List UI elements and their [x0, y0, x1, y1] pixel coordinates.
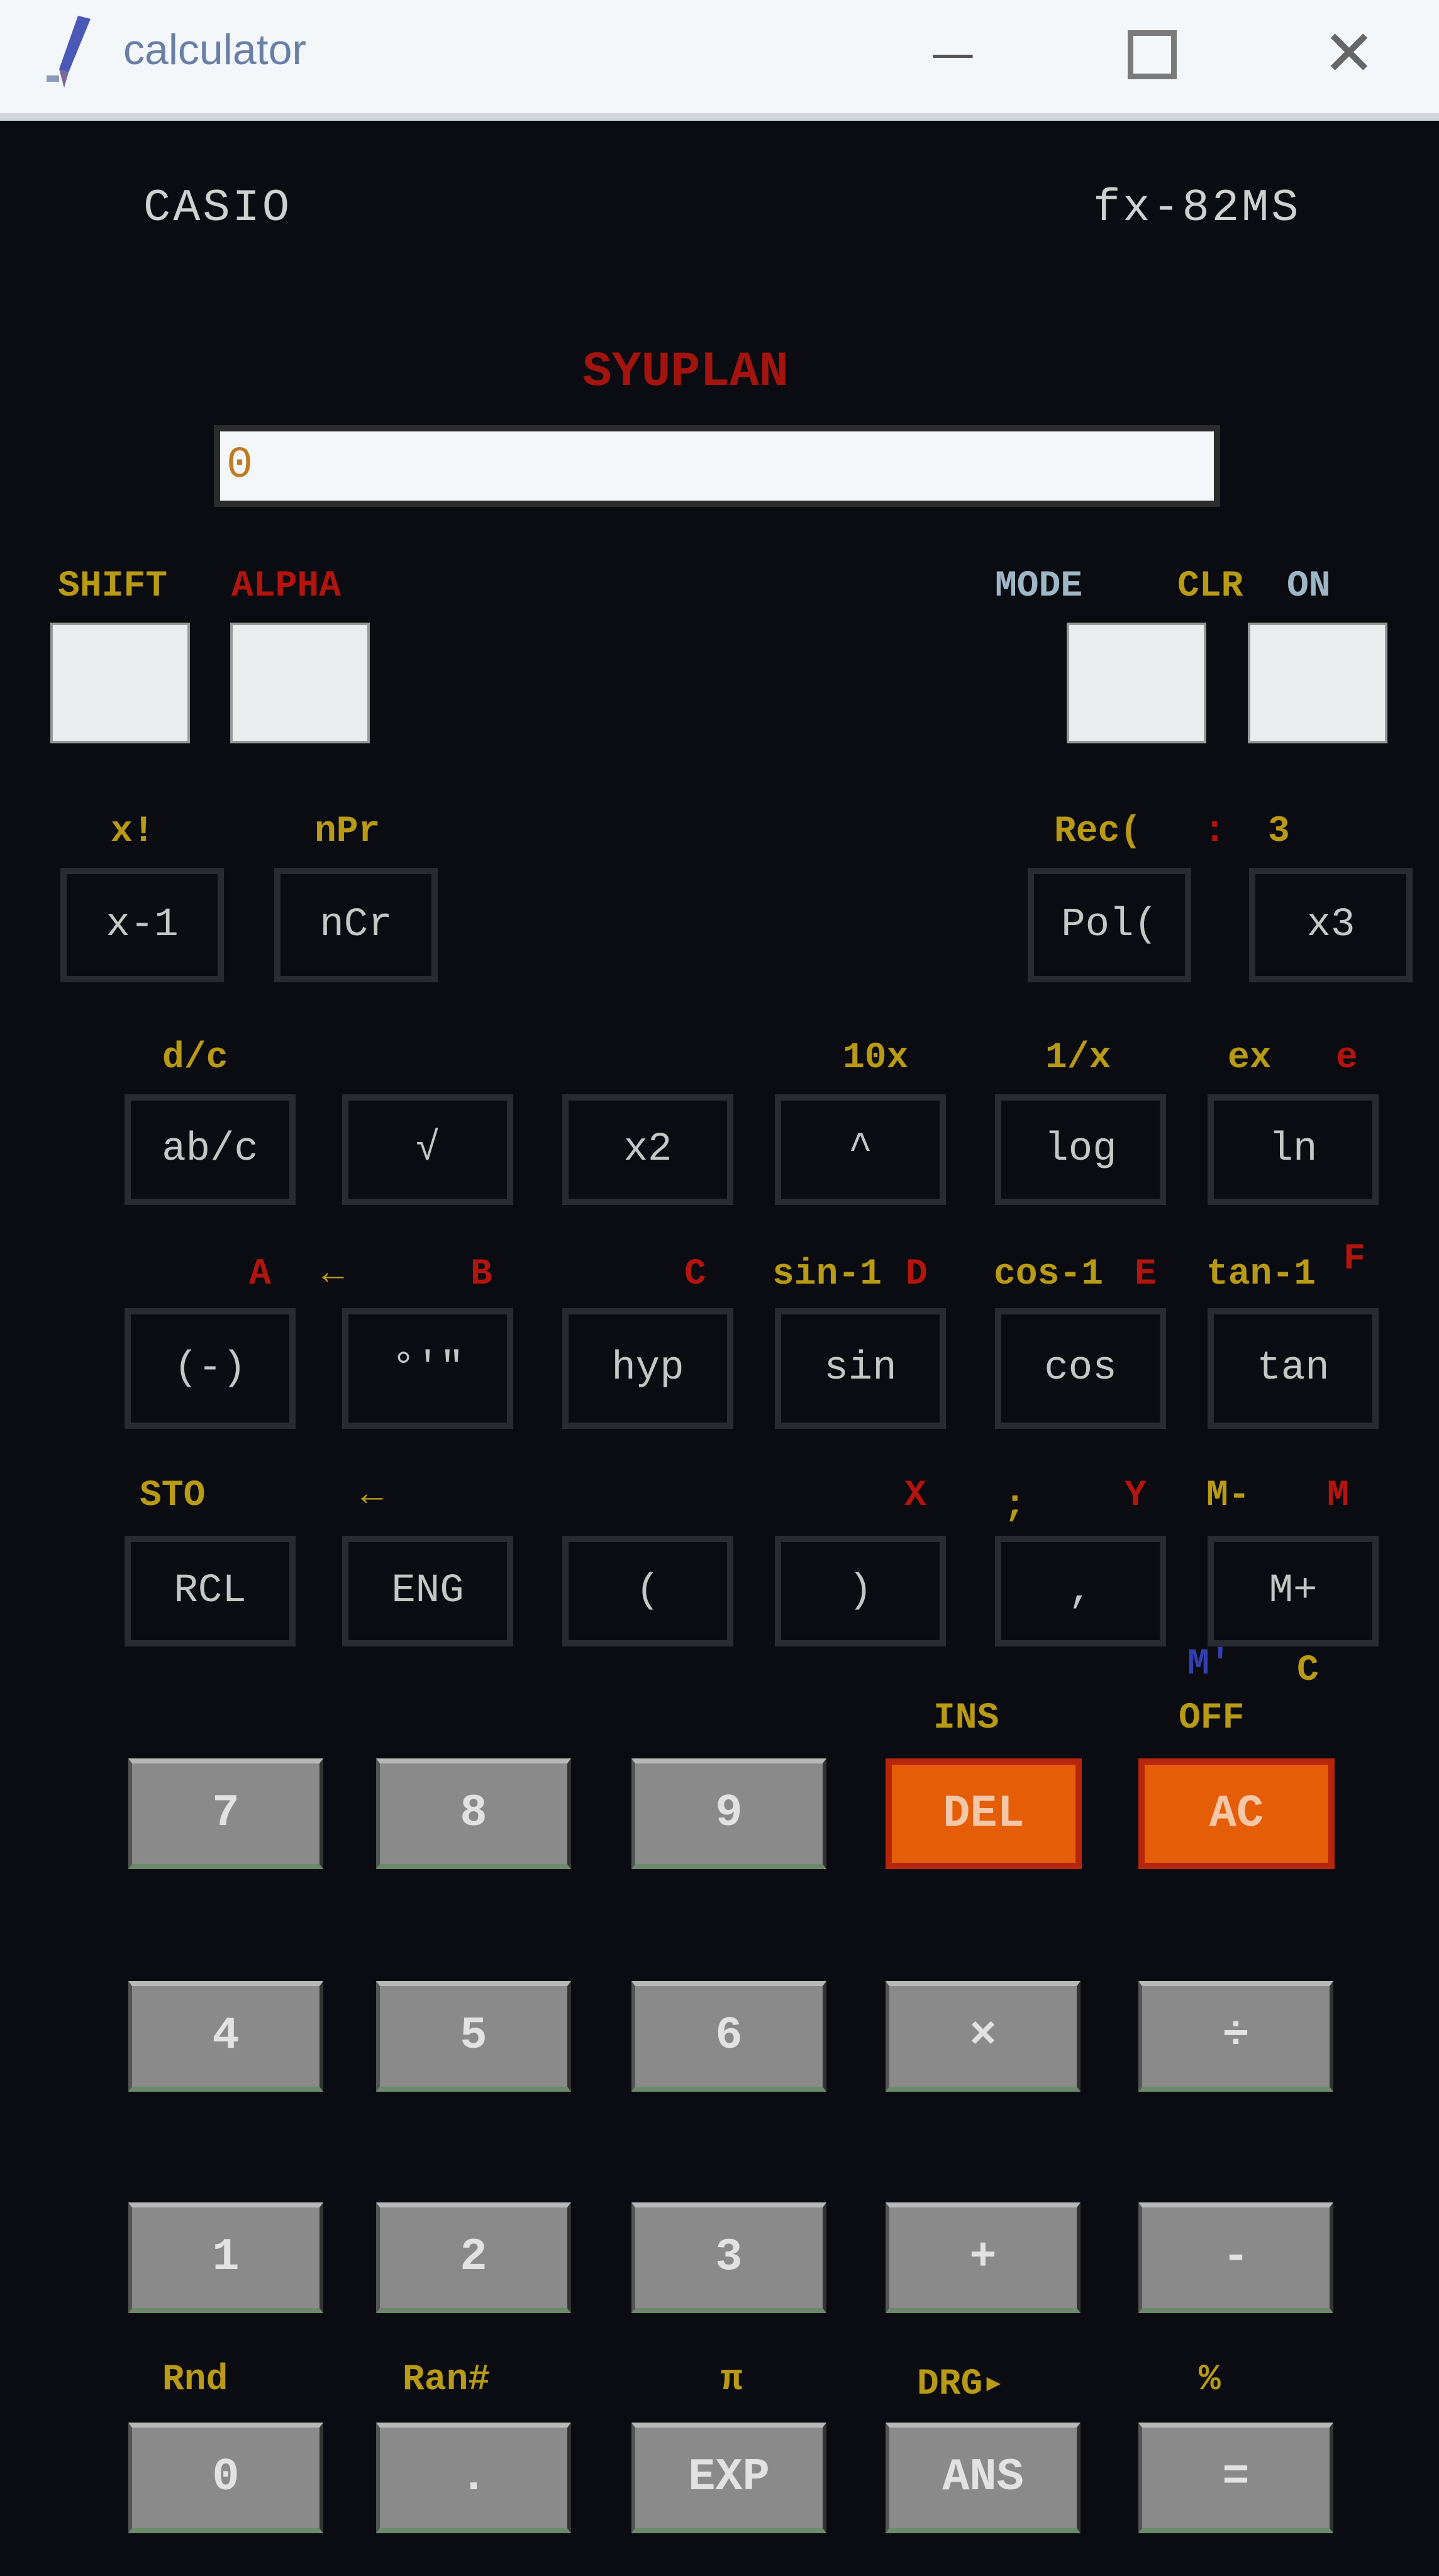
alpha-label: ALPHA — [231, 566, 342, 607]
key-power[interactable]: ^ — [775, 1094, 946, 1205]
row4-label-x: X — [904, 1475, 926, 1516]
key-close-paren[interactable]: ) — [775, 1536, 946, 1646]
mode-button[interactable] — [1067, 623, 1206, 743]
key-pol[interactable]: Pol( — [1028, 868, 1191, 982]
row4-label-left-arrow: ← — [361, 1475, 383, 1516]
on-button[interactable] — [1248, 623, 1387, 743]
row2-label-10x: 10x — [843, 1038, 909, 1079]
key-open-paren[interactable]: ( — [562, 1536, 733, 1646]
shift-label: SHIFT — [58, 566, 168, 607]
key-hyp[interactable]: hyp — [562, 1308, 733, 1429]
close-button[interactable]: ✕ — [1314, 19, 1384, 88]
key-ncr[interactable]: nCr — [274, 868, 438, 982]
key-ac[interactable]: AC — [1138, 1758, 1335, 1869]
row3-label-acos: cos-1 — [994, 1254, 1104, 1295]
clr-label: CLR — [1177, 566, 1243, 607]
key-reciprocal[interactable]: x-1 — [60, 868, 224, 982]
row3-label-b: B — [470, 1254, 492, 1295]
row4-label-semicolon: ; — [1004, 1485, 1026, 1526]
key-ln[interactable]: ln — [1208, 1094, 1379, 1205]
shift-button[interactable] — [50, 623, 190, 743]
maximize-button[interactable] — [1116, 19, 1186, 88]
key-multiply[interactable]: × — [886, 1981, 1081, 2092]
key-2[interactable]: 2 — [376, 2202, 571, 2313]
row1-label-x-factorial: x! — [111, 811, 155, 852]
key-negative[interactable]: (-) — [125, 1308, 296, 1429]
row4-label-m-minus: M- — [1206, 1475, 1250, 1516]
alpha-button[interactable] — [230, 623, 370, 743]
key-0[interactable]: 0 — [128, 2423, 323, 2533]
row8-label-ran: Ran# — [403, 2360, 491, 2401]
key-cos[interactable]: cos — [995, 1308, 1166, 1429]
key-4[interactable]: 4 — [128, 1981, 323, 2092]
title-bar: calculator — ✕ — [0, 0, 1439, 121]
row3-label-d: D — [906, 1254, 928, 1295]
key-comma[interactable]: , — [995, 1536, 1166, 1646]
row3-label-left-arrow: ← — [322, 1254, 344, 1295]
row5-label-ins: INS — [933, 1698, 999, 1739]
key-sqrt[interactable]: √ — [342, 1094, 513, 1205]
row4-label-c-small: C — [1297, 1650, 1319, 1691]
row8-label-rnd: Rnd — [162, 2360, 228, 2401]
row2-label-reciprocal: 1/x — [1045, 1038, 1111, 1079]
key-equals[interactable]: = — [1138, 2423, 1333, 2533]
key-degrees[interactable]: °'" — [342, 1308, 513, 1429]
key-6[interactable]: 6 — [631, 1981, 826, 2092]
key-fraction[interactable]: ab/c — [125, 1094, 296, 1205]
row4-label-m: M — [1327, 1475, 1349, 1516]
mode-label: MODE — [995, 566, 1083, 607]
display-field[interactable]: 0 — [214, 425, 1220, 507]
row8-label-drg: DRG▸ — [917, 2364, 1005, 2405]
key-sin[interactable]: sin — [775, 1308, 946, 1429]
feather-pen-icon — [40, 13, 97, 94]
row8-label-percent: % — [1199, 2360, 1221, 2401]
key-eng[interactable]: ENG — [342, 1536, 513, 1646]
key-1[interactable]: 1 — [128, 2202, 323, 2313]
row3-label-c: C — [684, 1254, 706, 1295]
key-ans[interactable]: ANS — [886, 2423, 1081, 2533]
row3-label-atan: tan-1 — [1206, 1254, 1316, 1295]
key-minus[interactable]: - — [1138, 2202, 1333, 2313]
row4-label-sto: STO — [140, 1475, 206, 1516]
minimize-button[interactable]: — — [918, 19, 987, 88]
brand-name: CASIO — [143, 182, 292, 234]
row3-label-asin: sin-1 — [772, 1254, 882, 1295]
key-del[interactable]: DEL — [886, 1758, 1082, 1869]
key-plus[interactable]: + — [886, 2202, 1081, 2313]
row2-label-ex: ex — [1228, 1038, 1272, 1079]
row1-label-cube-root: 3 — [1268, 811, 1290, 852]
row3-label-e-var: E — [1135, 1254, 1157, 1295]
key-decimal[interactable]: . — [376, 2423, 571, 2533]
on-label: ON — [1287, 566, 1331, 607]
row4-label-m-prime: M' — [1187, 1644, 1231, 1685]
row1-label-rec: Rec( — [1054, 811, 1142, 852]
key-3[interactable]: 3 — [631, 2202, 826, 2313]
key-m-plus[interactable]: M+ — [1208, 1536, 1379, 1646]
row1-label-colon: : — [1204, 811, 1226, 852]
row8-label-pi: π — [721, 2360, 743, 2401]
maximize-icon — [1128, 30, 1177, 79]
key-divide[interactable]: ÷ — [1138, 1981, 1333, 2092]
model-name: fx-82MS — [1093, 182, 1301, 234]
key-exp[interactable]: EXP — [631, 2423, 826, 2533]
row4-label-y: Y — [1125, 1475, 1147, 1516]
row3-label-f: F — [1343, 1239, 1365, 1280]
key-9[interactable]: 9 — [631, 1758, 826, 1869]
key-8[interactable]: 8 — [376, 1758, 571, 1869]
row3-label-a: A — [249, 1254, 271, 1295]
display-label: SYUPLAN — [582, 345, 789, 400]
row2-label-dc: d/c — [162, 1038, 228, 1079]
key-5[interactable]: 5 — [376, 1981, 571, 2092]
key-log[interactable]: log — [995, 1094, 1166, 1205]
key-tan[interactable]: tan — [1208, 1308, 1379, 1429]
row2-label-e: e — [1336, 1038, 1358, 1079]
row1-label-npr: nPr — [314, 811, 381, 852]
row5-label-off: OFF — [1179, 1698, 1245, 1739]
key-rcl[interactable]: RCL — [125, 1536, 296, 1646]
key-7[interactable]: 7 — [128, 1758, 323, 1869]
key-cube[interactable]: x3 — [1249, 868, 1413, 982]
window-title: calculator — [123, 26, 307, 74]
key-square[interactable]: x2 — [562, 1094, 733, 1205]
